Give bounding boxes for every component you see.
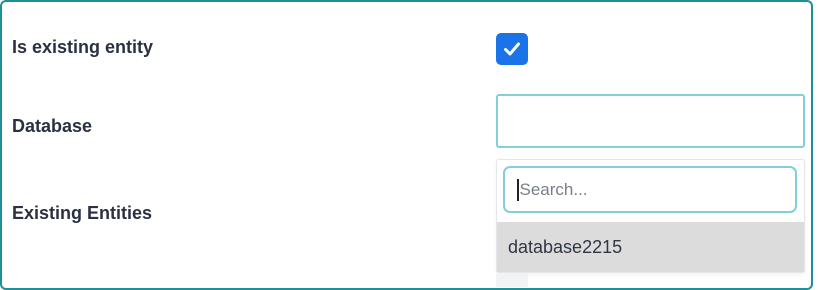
- database-dropdown: Search... database2215: [496, 159, 805, 273]
- existing-entities-label: Existing Entities: [12, 203, 153, 223]
- text-cursor: [517, 178, 519, 201]
- database-select[interactable]: [496, 94, 805, 148]
- checkmark-icon: [504, 42, 520, 56]
- dropdown-option[interactable]: database2215: [497, 222, 804, 272]
- form-panel: Is existing entity Database Existing Ent…: [0, 0, 813, 290]
- is-existing-entity-label: Is existing entity: [12, 37, 154, 57]
- is-existing-entity-checkbox[interactable]: [496, 33, 528, 65]
- search-placeholder: Search...: [519, 179, 588, 199]
- dropdown-search-input[interactable]: Search...: [503, 166, 797, 213]
- database-label: Database: [12, 116, 93, 136]
